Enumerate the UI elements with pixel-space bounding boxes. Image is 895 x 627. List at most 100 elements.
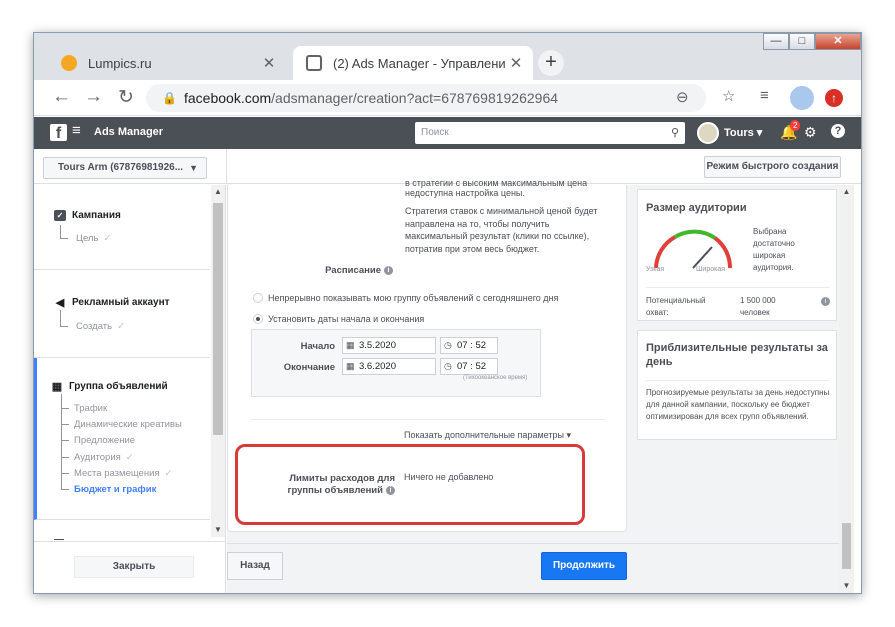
sidebar-item-campaign[interactable]: ✓ Кампания (54, 210, 121, 221)
close-tab-icon[interactable]: ✕ (258, 54, 280, 72)
menu-icon[interactable]: ≡ (72, 122, 81, 139)
check-icon: ✓ (103, 233, 112, 244)
sidebar-subitem-budget-schedule[interactable]: Бюджет и график (74, 484, 156, 495)
check-icon: ✓ (125, 452, 134, 463)
quick-create-button[interactable]: Режим быстрого создания (704, 156, 841, 178)
radio-set-dates[interactable]: Установить даты начала и окончания (253, 314, 424, 324)
scrollbar-thumb[interactable] (842, 523, 851, 569)
radio-button[interactable] (253, 293, 263, 303)
forward-arrow-icon[interactable]: → (84, 86, 103, 108)
creation-sidebar: ✓ Кампания Цель ✓ ◀ Рекламный аккаунт Соз… (34, 185, 226, 593)
sidebar-item-account[interactable]: ◀ Рекламный аккаунт (54, 296, 170, 309)
tab-ads-manager[interactable]: (2) Ads Manager - Управление р ✕ (293, 46, 533, 80)
back-arrow-icon[interactable]: ← (52, 86, 71, 108)
schedule-card: в стратегии с высоким максимальным цена … (227, 178, 627, 532)
sidebar-subitem-placements[interactable]: Места размещения ✓ (74, 468, 173, 479)
sidebar-subitem-audience[interactable]: Аудитория ✓ (74, 452, 134, 463)
help-icon[interactable]: ? (831, 124, 845, 138)
end-time-input[interactable]: ◷ 07 : 52 (440, 358, 498, 375)
sidebar-subitem-offer[interactable]: Предложение (74, 435, 135, 446)
tab-lumpics[interactable]: Lumpics.ru ✕ (48, 46, 286, 80)
sidebar-next-item-stub (54, 539, 64, 540)
date-range-box: Начало ▦ 3.5.2020 ◷ 07 : 52 Окончание ▦ 3.6… (251, 329, 541, 397)
calendar-icon: ▦ (346, 361, 355, 371)
profile-name[interactable]: Tours ▾ (724, 126, 762, 139)
sidebar-item-label: Кампания (72, 210, 121, 221)
tree-line (60, 225, 61, 238)
window-controls: — □ ✕ (763, 33, 861, 50)
tree-branch (61, 440, 69, 441)
bookmark-star-icon[interactable]: ☆ (722, 87, 735, 105)
media-control-icon[interactable]: ≡ (760, 87, 769, 104)
gauge-narrow-label: Узкая (646, 266, 665, 273)
results-description: Прогнозируемые результаты за день недост… (646, 388, 830, 421)
radio-continuous[interactable]: Непрерывно показывать мою группу объявле… (253, 293, 558, 303)
radio-button-selected[interactable] (253, 314, 263, 324)
profile-avatar[interactable] (790, 86, 814, 110)
reload-icon[interactable]: ↻ (118, 86, 134, 109)
search-placeholder: Поиск (421, 127, 449, 138)
account-selector[interactable]: Tours Arm (67876981926... ▼ (43, 157, 207, 179)
radio-label: Непрерывно показывать мою группу объявле… (268, 293, 559, 303)
sidebar-scrollbar[interactable]: ▲ ▼ (211, 185, 225, 537)
scroll-down-icon[interactable]: ▼ (839, 581, 854, 590)
strategy-note: недоступна настройка цены. (405, 188, 525, 198)
search-icon: ⚲ (670, 127, 679, 139)
checkbox-icon: ✓ (54, 210, 66, 221)
start-date-input[interactable]: ▦ 3.5.2020 (342, 337, 436, 354)
maximize-button[interactable]: □ (789, 33, 815, 50)
end-label: Окончание (283, 362, 335, 373)
megaphone-icon: ◀ (55, 297, 65, 309)
start-label: Начало (300, 341, 335, 352)
highlight-frame (235, 444, 585, 525)
ads-manager-favicon-icon (306, 55, 322, 71)
sidebar-group-adset: ▦ Группа объявлений Трафик Динамические … (34, 358, 210, 520)
footer-bar: Назад Продолжить (227, 543, 854, 593)
scroll-up-icon[interactable]: ▲ (211, 187, 225, 196)
tab-label: Lumpics.ru (88, 55, 152, 71)
sidebar-subitem[interactable]: Создать ✓ (76, 321, 125, 332)
sidebar-subitem-traffic[interactable]: Трафик (74, 403, 107, 414)
zoom-icon[interactable]: ⊖ (676, 84, 689, 112)
close-button[interactable]: Закрыть (74, 556, 194, 578)
url-host: facebook.com (184, 90, 272, 106)
sidebar-subitem-dynamic-creative[interactable]: Динамические креативы (74, 419, 182, 430)
strategy-description: Стратегия ставок с минимальной ценой буд… (405, 206, 598, 254)
start-time-input[interactable]: ◷ 07 : 52 (440, 337, 498, 354)
facebook-logo-icon[interactable]: f (50, 124, 67, 142)
tree-line (60, 310, 61, 326)
tree-branch (60, 238, 68, 239)
continue-button[interactable]: Продолжить (541, 552, 627, 580)
scroll-down-icon[interactable]: ▼ (211, 525, 225, 534)
sidebar-group-campaign: ✓ Кампания Цель ✓ (34, 185, 210, 270)
info-icon[interactable]: i (821, 297, 830, 306)
end-date-input[interactable]: ▦ 3.6.2020 (342, 358, 436, 375)
back-button[interactable]: Назад (227, 552, 283, 580)
scroll-up-icon[interactable]: ▲ (839, 187, 854, 196)
gear-icon[interactable]: ⚙ (804, 124, 817, 141)
clock-icon: ◷ (444, 340, 452, 350)
sidebar-group-account: ◀ Рекламный аккаунт Создать ✓ (34, 270, 210, 358)
search-input[interactable]: Поиск ⚲ (415, 122, 685, 144)
notification-badge: 2 (790, 120, 801, 131)
page-avatar[interactable] (697, 122, 719, 144)
minimize-button[interactable]: — (763, 33, 789, 50)
close-window-button[interactable]: ✕ (815, 33, 861, 50)
radio-label: Установить даты начала и окончания (268, 314, 425, 324)
main-scrollbar[interactable]: ▲ ▼ (839, 185, 854, 593)
url-input[interactable]: 🔒 facebook.com/adsmanager/creation?act=6… (146, 84, 706, 112)
main-content: в стратегии с высоким максимальным цена … (227, 178, 854, 593)
schedule-label: Расписание i (288, 265, 393, 276)
reach-value: 1 500 000 человек (740, 296, 776, 317)
show-more-options-link[interactable]: Показать дополнительные параметры ▾ (404, 430, 571, 441)
info-icon[interactable]: i (384, 265, 393, 275)
sidebar-item-adset[interactable]: ▦ Группа объявлений (51, 380, 168, 393)
fb-top-bar: f ≡ Ads Manager Поиск ⚲ Tours ▾ 🔔 2 ⚙ ? (34, 117, 861, 149)
close-tab-icon[interactable]: ✕ (505, 54, 527, 72)
scrollbar-thumb[interactable] (213, 203, 223, 435)
sidebar-subitem[interactable]: Цель ✓ (76, 233, 111, 244)
new-tab-button[interactable]: + (538, 50, 564, 76)
tree-branch (61, 473, 69, 474)
update-icon[interactable]: ↑ (825, 89, 843, 107)
section-divider (251, 419, 606, 420)
